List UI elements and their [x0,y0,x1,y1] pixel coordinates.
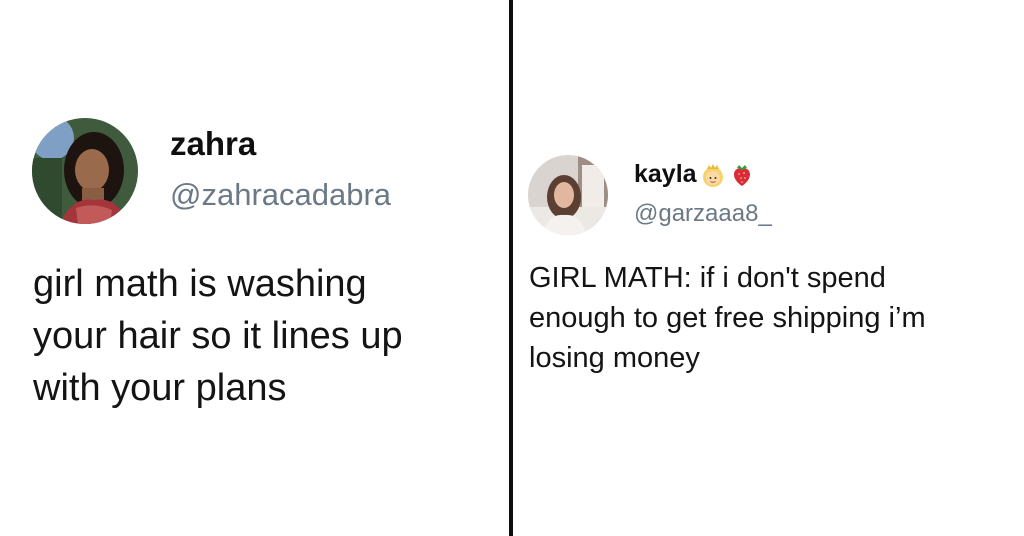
display-name[interactable]: zahra [170,125,256,163]
tweet-text: girl math is washing your hair so it lin… [33,258,403,414]
tweet-text-line: with your plans [33,367,287,409]
display-name-text: kayla [634,160,697,188]
profile-photo-icon [528,155,608,235]
panel-divider [509,0,513,536]
user-avatar[interactable] [32,118,138,224]
tweet-text-line: girl math is washing [33,263,367,305]
tweet-text: GIRL MATH: if i don't spend enough to ge… [529,258,926,378]
tweet-text-line: losing money [529,342,700,374]
user-handle[interactable]: @zahracadabra [170,177,391,213]
princess-emoji-icon [700,162,726,188]
tweet-text-line: your hair so it lines up [33,315,403,357]
user-handle[interactable]: @garzaaa8_ [634,200,772,228]
tweet-text-line: enough to get free shipping i’m [529,302,926,334]
user-avatar[interactable] [528,155,608,235]
profile-photo-icon [32,118,138,224]
display-name[interactable]: kayla [634,160,755,189]
strawberry-emoji-icon [729,162,755,188]
tweet-text-line: GIRL MATH: if i don't spend [529,262,886,294]
